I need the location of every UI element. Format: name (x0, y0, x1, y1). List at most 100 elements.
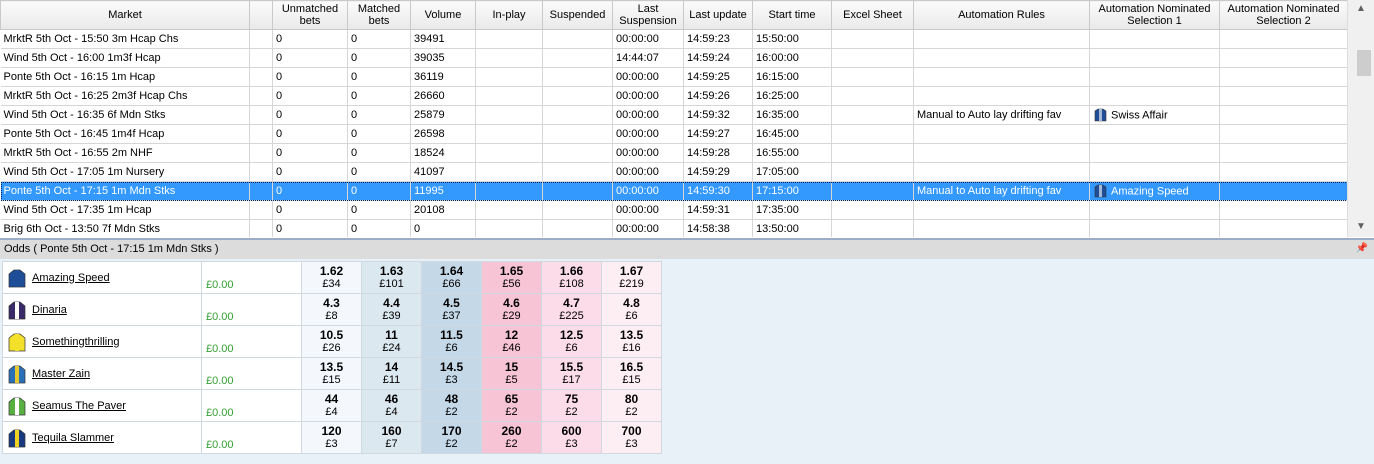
cell-rule[interactable] (913, 219, 1090, 237)
cell-rule[interactable] (913, 143, 1090, 163)
cell-rule[interactable] (913, 124, 1090, 144)
column-header-volume[interactable]: Volume (410, 0, 476, 30)
cell-volume[interactable]: 20108 (410, 200, 476, 220)
cell-suspended[interactable] (542, 48, 613, 68)
cell-sel1[interactable] (1089, 219, 1220, 237)
column-header-gap[interactable] (249, 0, 273, 30)
cell-last_susp[interactable]: 14:44:07 (612, 48, 684, 68)
back-price-cell[interactable]: 160 £7 (361, 421, 422, 454)
cell-market[interactable]: Wind 5th Oct - 17:05 1m Nursery (0, 162, 250, 182)
back-price-cell[interactable]: 4.3 £8 (301, 293, 362, 326)
cell-start[interactable]: 16:15:00 (752, 67, 832, 87)
back-price-cell[interactable]: 48 £2 (421, 389, 482, 422)
cell-sel1[interactable] (1089, 29, 1220, 49)
cell-unmatched[interactable]: 0 (272, 219, 348, 237)
column-header-rule[interactable]: Automation Rules (913, 0, 1090, 30)
back-price-cell[interactable]: 4.5 £37 (421, 293, 482, 326)
cell-volume[interactable]: 25879 (410, 105, 476, 125)
column-header-last_update[interactable]: Last update (683, 0, 753, 30)
cell-market[interactable]: Ponte 5th Oct - 17:15 1m Mdn Stks (0, 181, 250, 201)
column-header-matched[interactable]: Matched bets (347, 0, 411, 30)
runner-name-link[interactable]: Amazing Speed (32, 272, 110, 284)
cell-last_update[interactable]: 14:59:26 (683, 86, 753, 106)
cell-volume[interactable]: 26598 (410, 124, 476, 144)
cell-start[interactable]: 17:05:00 (752, 162, 832, 182)
lay-price-cell[interactable]: 4.6 £29 (481, 293, 542, 326)
cell-suspended[interactable] (542, 200, 613, 220)
cell-volume[interactable]: 0 (410, 219, 476, 237)
cell-last_susp[interactable]: 00:00:00 (612, 162, 684, 182)
cell-last_update[interactable]: 14:59:23 (683, 29, 753, 49)
runner-name-link[interactable]: Seamus The Paver (32, 400, 126, 412)
cell-sel2[interactable] (1219, 86, 1347, 106)
lay-price-cell[interactable]: 75 £2 (541, 389, 602, 422)
cell-market[interactable]: Brig 6th Oct - 13:50 7f Mdn Stks (0, 219, 250, 237)
lay-price-cell[interactable]: 260 £2 (481, 421, 542, 454)
cell-last_update[interactable]: 14:59:29 (683, 162, 753, 182)
back-price-cell[interactable]: 170 £2 (421, 421, 482, 454)
cell-matched[interactable]: 0 (347, 29, 411, 49)
cell-sel2[interactable] (1219, 219, 1347, 237)
cell-inplay[interactable] (475, 124, 543, 144)
cell-last_susp[interactable]: 00:00:00 (612, 67, 684, 87)
cell-last_susp[interactable]: 00:00:00 (612, 124, 684, 144)
cell-volume[interactable]: 18524 (410, 143, 476, 163)
lay-price-cell[interactable]: 15 £5 (481, 357, 542, 390)
runner-name-link[interactable]: Tequila Slammer (32, 432, 114, 444)
cell-excel[interactable] (831, 67, 914, 87)
cell-matched[interactable]: 0 (347, 86, 411, 106)
cell-suspended[interactable] (542, 86, 613, 106)
lay-price-cell[interactable]: 12 £46 (481, 325, 542, 358)
cell-market[interactable]: Ponte 5th Oct - 16:45 1m4f Hcap (0, 124, 250, 144)
market-row[interactable]: MrktR 5th Oct - 15:50 3m Hcap Chs 0 0 39491… (0, 29, 1347, 49)
lay-price-cell[interactable]: 15.5 £17 (541, 357, 602, 390)
lay-price-cell[interactable]: 80 £2 (601, 389, 662, 422)
cell-matched[interactable]: 0 (347, 105, 411, 125)
column-header-inplay[interactable]: In-play (475, 0, 543, 30)
runner-name-link[interactable]: Somethingthrilling (32, 336, 119, 348)
back-price-cell[interactable]: 4.4 £39 (361, 293, 422, 326)
back-price-cell[interactable]: 14.5 £3 (421, 357, 482, 390)
cell-excel[interactable] (831, 86, 914, 106)
cell-start[interactable]: 16:35:00 (752, 105, 832, 125)
cell-last_susp[interactable]: 00:00:00 (612, 29, 684, 49)
cell-unmatched[interactable]: 0 (272, 67, 348, 87)
market-row[interactable]: Wind 5th Oct - 17:35 1m Hcap 0 0 20108 00:00… (0, 200, 1347, 220)
cell-unmatched[interactable]: 0 (272, 86, 348, 106)
cell-unmatched[interactable]: 0 (272, 105, 348, 125)
cell-last_susp[interactable]: 00:00:00 (612, 181, 684, 201)
cell-inplay[interactable] (475, 48, 543, 68)
market-row[interactable]: Ponte 5th Oct - 16:15 1m Hcap 0 0 36119 00:0… (0, 67, 1347, 87)
column-header-last_susp[interactable]: Last Suspension (612, 0, 684, 30)
column-header-sel1[interactable]: Automation Nominated Selection 1 (1089, 0, 1220, 30)
cell-market[interactable]: MrktR 5th Oct - 16:25 2m3f Hcap Chs (0, 86, 250, 106)
cell-matched[interactable]: 0 (347, 124, 411, 144)
cell-sel2[interactable] (1219, 124, 1347, 144)
back-price-cell[interactable]: 44 £4 (301, 389, 362, 422)
back-price-cell[interactable]: 11 £24 (361, 325, 422, 358)
cell-excel[interactable] (831, 181, 914, 201)
back-price-cell[interactable]: 120 £3 (301, 421, 362, 454)
back-price-cell[interactable]: 1.63 £101 (361, 261, 422, 294)
market-row[interactable]: MrktR 5th Oct - 16:25 2m3f Hcap Chs 0 0 266… (0, 86, 1347, 106)
cell-excel[interactable] (831, 162, 914, 182)
cell-matched[interactable]: 0 (347, 67, 411, 87)
cell-sel1[interactable] (1089, 143, 1220, 163)
cell-volume[interactable]: 36119 (410, 67, 476, 87)
cell-matched[interactable]: 0 (347, 48, 411, 68)
cell-rule[interactable] (913, 29, 1090, 49)
cell-excel[interactable] (831, 200, 914, 220)
cell-sel2[interactable] (1219, 181, 1347, 201)
cell-last_update[interactable]: 14:59:31 (683, 200, 753, 220)
cell-last_susp[interactable]: 00:00:00 (612, 86, 684, 106)
market-row[interactable]: Wind 5th Oct - 17:05 1m Nursery 0 0 41097 00… (0, 162, 1347, 182)
cell-inplay[interactable] (475, 105, 543, 125)
market-row[interactable]: Brig 6th Oct - 13:50 7f Mdn Stks 0 0 0 00:00… (0, 219, 1347, 237)
cell-start[interactable]: 16:55:00 (752, 143, 832, 163)
cell-rule[interactable] (913, 67, 1090, 87)
cell-unmatched[interactable]: 0 (272, 181, 348, 201)
lay-price-cell[interactable]: 700 £3 (601, 421, 662, 454)
cell-market[interactable]: Wind 5th Oct - 17:35 1m Hcap (0, 200, 250, 220)
lay-price-cell[interactable]: 1.65 £56 (481, 261, 542, 294)
cell-last_susp[interactable]: 00:00:00 (612, 200, 684, 220)
